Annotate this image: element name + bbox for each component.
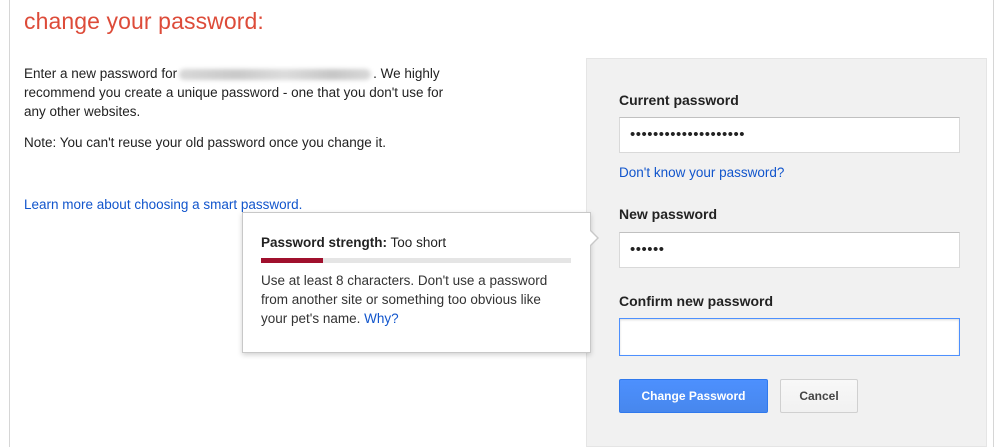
password-strength-tooltip: Password strength: Too short Use at leas… xyxy=(242,212,599,353)
strength-advice: Use at least 8 characters. Don't use a p… xyxy=(261,271,561,328)
password-form-panel: Current password •••••••••••••••••••• Do… xyxy=(586,58,987,447)
cancel-button[interactable]: Cancel xyxy=(780,379,858,413)
intro-paragraph: Enter a new password for. We highly reco… xyxy=(24,64,454,121)
new-password-label: New password xyxy=(619,206,718,222)
confirm-password-field[interactable] xyxy=(619,318,960,356)
advice-text: Use at least 8 characters. Don't use a p… xyxy=(261,273,548,326)
intro-text: Enter a new password for. We highly reco… xyxy=(24,64,454,164)
change-password-button[interactable]: Change Password xyxy=(619,379,768,413)
tooltip-arrow-icon xyxy=(589,229,599,247)
current-password-field[interactable]: •••••••••••••••••••• xyxy=(619,117,960,153)
confirm-password-label: Confirm new password xyxy=(619,293,774,309)
current-password-label: Current password xyxy=(619,92,739,108)
intro-before: Enter a new password for xyxy=(24,66,178,81)
strength-line: Password strength: Too short xyxy=(261,235,446,250)
strength-value: Too short xyxy=(390,235,447,250)
note-paragraph: Note: You can't reuse your old password … xyxy=(24,135,387,150)
new-password-field[interactable]: •••••• xyxy=(619,232,960,268)
why-link[interactable]: Why? xyxy=(364,311,399,326)
strength-meter xyxy=(261,258,571,263)
forgot-password-link[interactable]: Don't know your password? xyxy=(619,165,784,180)
strength-meter-fill xyxy=(261,258,323,263)
page-title: change your password: xyxy=(24,8,264,34)
strength-label: Password strength: xyxy=(261,235,388,250)
redacted-email xyxy=(179,68,372,80)
learn-more-link[interactable]: Learn more about choosing a smart passwo… xyxy=(24,197,302,212)
